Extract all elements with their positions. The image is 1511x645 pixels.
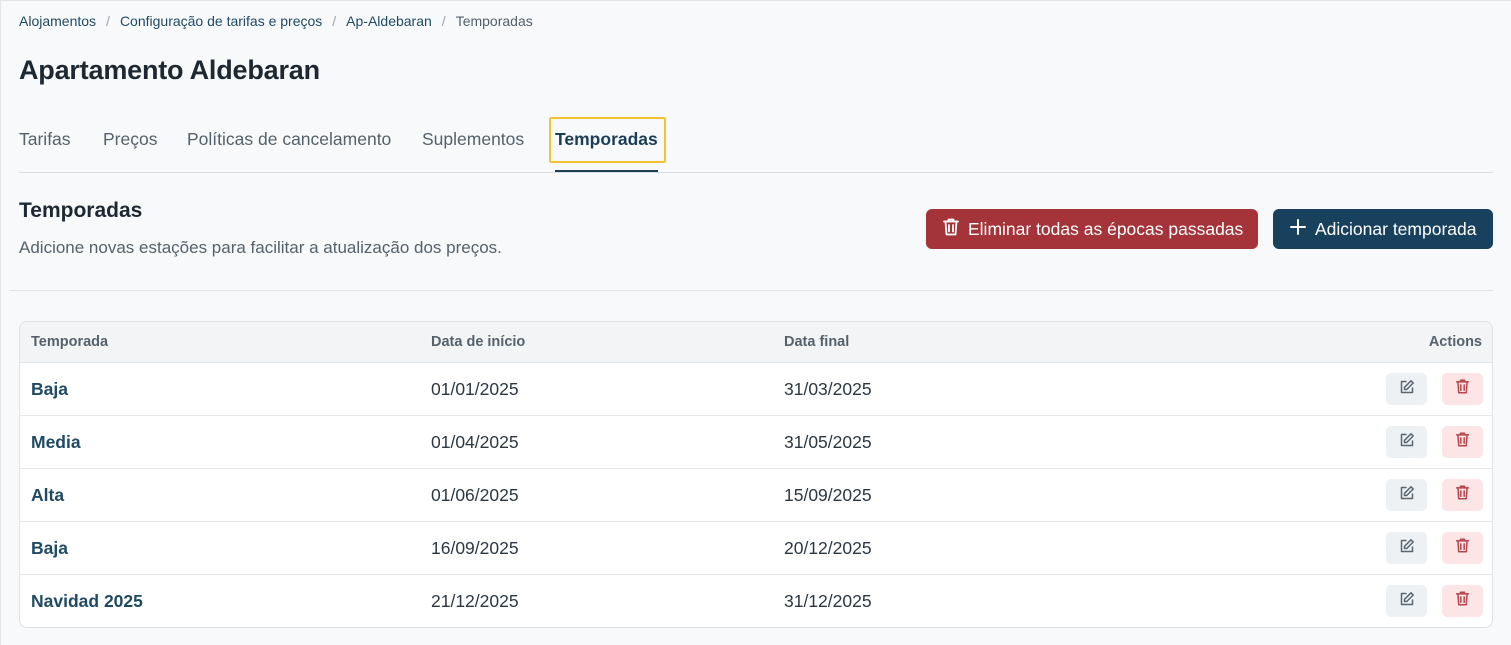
breadcrumb-separator: / — [441, 13, 446, 29]
column-header-temporada: Temporada — [31, 334, 109, 350]
column-header-data-inicio: Data de início — [431, 334, 526, 350]
active-tab-indicator — [555, 170, 658, 172]
breadcrumb-separator: / — [332, 13, 337, 29]
edit-icon — [1399, 432, 1415, 453]
table-row: Navidad 2025 21/12/2025 31/12/2025 — [20, 575, 1492, 627]
trash-icon — [1455, 537, 1470, 559]
tab-label: Preços — [103, 129, 158, 149]
delete-button[interactable] — [1442, 585, 1483, 617]
button-label: Eliminar todas as épocas passadas — [968, 218, 1244, 239]
delete-button[interactable] — [1442, 373, 1483, 405]
tab-bar: Tarifas Preços Políticas de cancelamento… — [19, 117, 1493, 173]
edit-button[interactable] — [1386, 373, 1427, 405]
delete-past-seasons-button[interactable]: Eliminar todas as épocas passadas — [926, 209, 1258, 249]
trash-icon — [942, 217, 960, 242]
column-header-data-final: Data final — [784, 334, 850, 350]
edit-icon — [1399, 485, 1415, 506]
table-row: Baja 01/01/2025 31/03/2025 — [20, 363, 1492, 416]
breadcrumb-item-configuracao[interactable]: Configuração de tarifas e preços — [120, 13, 322, 29]
tab-temporadas[interactable]: Temporadas — [549, 117, 666, 172]
table-row: Media 01/04/2025 31/05/2025 — [20, 416, 1492, 469]
edit-button[interactable] — [1386, 585, 1427, 617]
button-label: Adicionar temporada — [1315, 218, 1477, 239]
table-header: Temporada Data de início Data final Acti… — [20, 322, 1492, 363]
table-row: Baja 16/09/2025 20/12/2025 — [20, 522, 1492, 575]
breadcrumb-separator: / — [106, 13, 110, 29]
trash-icon — [1455, 590, 1470, 612]
column-header-actions: Actions — [1428, 334, 1482, 350]
season-end-date: 20/12/2025 — [784, 538, 872, 558]
trash-icon — [1455, 431, 1470, 453]
tab-label: Suplementos — [422, 129, 525, 149]
season-end-date: 31/12/2025 — [784, 591, 872, 611]
breadcrumb-item-alojamentos[interactable]: Alojamentos — [19, 13, 96, 29]
page-title: Apartamento Aldebaran — [19, 55, 320, 85]
season-start-date: 21/12/2025 — [431, 591, 519, 611]
season-start-date: 01/01/2025 — [431, 379, 519, 399]
season-name[interactable]: Baja — [31, 379, 68, 400]
edit-button[interactable] — [1386, 479, 1427, 511]
season-name[interactable]: Media — [31, 432, 81, 453]
plus-icon — [1289, 218, 1307, 241]
delete-button[interactable] — [1442, 426, 1483, 458]
trash-icon — [1455, 378, 1470, 400]
season-name[interactable]: Baja — [31, 538, 68, 559]
breadcrumb: Alojamentos / Configuração de tarifas e … — [19, 13, 533, 29]
edit-button[interactable] — [1386, 426, 1427, 458]
table-row: Alta 01/06/2025 15/09/2025 — [20, 469, 1492, 522]
edit-icon — [1399, 379, 1415, 400]
delete-button[interactable] — [1442, 479, 1483, 511]
breadcrumb-item-ap-aldebaran[interactable]: Ap-Aldebaran — [346, 13, 432, 29]
season-name[interactable]: Alta — [31, 485, 64, 506]
focus-ring — [549, 117, 666, 163]
tab-politicas-cancelamento[interactable]: Políticas de cancelamento — [187, 119, 391, 163]
tab-tarifas[interactable]: Tarifas — [19, 119, 71, 163]
season-start-date: 01/06/2025 — [431, 485, 519, 505]
page: Alojamentos / Configuração de tarifas e … — [0, 0, 1511, 645]
season-start-date: 16/09/2025 — [431, 538, 519, 558]
edit-icon — [1399, 591, 1415, 612]
add-season-button[interactable]: Adicionar temporada — [1273, 209, 1493, 249]
season-name[interactable]: Navidad 2025 — [31, 591, 143, 612]
edit-button[interactable] — [1386, 532, 1427, 564]
section-title: Temporadas — [19, 199, 143, 222]
season-start-date: 01/04/2025 — [431, 432, 519, 452]
section-divider — [9, 290, 1493, 291]
tab-label: Políticas de cancelamento — [187, 129, 392, 149]
delete-button[interactable] — [1442, 532, 1483, 564]
edit-icon — [1399, 538, 1415, 559]
section-description: Adicione novas estações para facilitar a… — [19, 238, 502, 257]
tab-suplementos[interactable]: Suplementos — [422, 119, 524, 163]
season-end-date: 15/09/2025 — [784, 485, 872, 505]
season-end-date: 31/05/2025 — [784, 432, 872, 452]
tab-label: Tarifas — [19, 129, 71, 149]
trash-icon — [1455, 484, 1470, 506]
season-end-date: 31/03/2025 — [784, 379, 872, 399]
breadcrumb-item-current: Temporadas — [455, 13, 533, 29]
tab-precos[interactable]: Preços — [103, 119, 157, 163]
seasons-table: Temporada Data de início Data final Acti… — [19, 321, 1493, 628]
